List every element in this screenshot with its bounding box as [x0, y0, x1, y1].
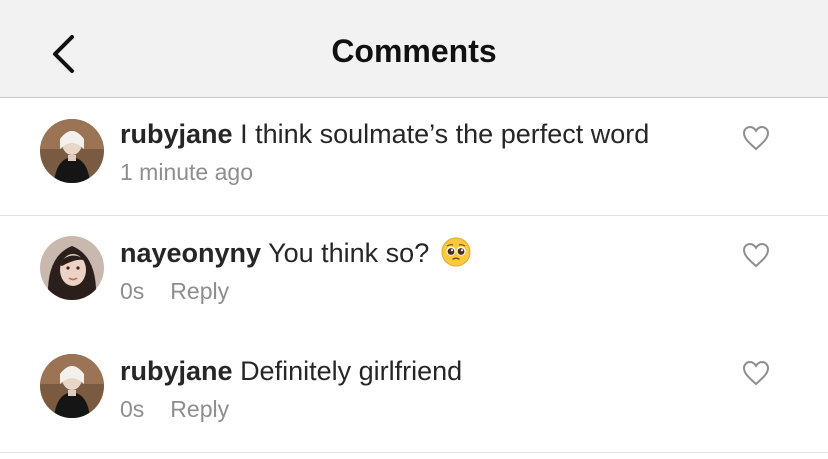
chevron-left-icon — [53, 35, 74, 73]
comment-text: nayeonyny You think so? — [120, 236, 728, 270]
comment-text: rubyjane I think soulmate’s the perfect … — [120, 117, 728, 151]
heart-icon[interactable] — [742, 125, 770, 151]
comment-timestamp: 0s — [120, 278, 145, 304]
heart-icon[interactable] — [742, 360, 770, 386]
header-bar: Comments — [0, 0, 828, 98]
avatar[interactable] — [40, 236, 104, 300]
comment-timestamp: 0s — [120, 396, 145, 422]
avatar[interactable] — [40, 354, 104, 418]
comment-username[interactable]: rubyjane — [120, 356, 233, 386]
heart-icon[interactable] — [742, 242, 770, 268]
page-title: Comments — [331, 33, 497, 69]
comment-item: rubyjane I think soulmate’s the perfect … — [0, 99, 828, 215]
comment-message: You think so? — [268, 238, 430, 268]
comment-timestamp: 1 minute ago — [120, 159, 253, 185]
comment-username[interactable]: rubyjane — [120, 119, 233, 149]
comment-item: nayeonyny You think so? 0s Reply — [0, 216, 828, 334]
comment-message: Definitely girlfriend — [240, 356, 463, 386]
comment-item: rubyjane Definitely girlfriend 0s Reply — [0, 334, 828, 452]
back-button[interactable] — [40, 30, 88, 78]
avatar[interactable] — [40, 119, 104, 183]
comment-message: I think soulmate’s the perfect word — [240, 119, 650, 149]
comment-divider — [0, 452, 828, 453]
comment-text: rubyjane Definitely girlfriend — [120, 354, 728, 388]
reply-button[interactable]: Reply — [170, 278, 229, 305]
reply-button[interactable]: Reply — [170, 396, 229, 423]
pleading-face-emoji-icon — [441, 237, 471, 267]
comment-username[interactable]: nayeonyny — [120, 238, 261, 268]
